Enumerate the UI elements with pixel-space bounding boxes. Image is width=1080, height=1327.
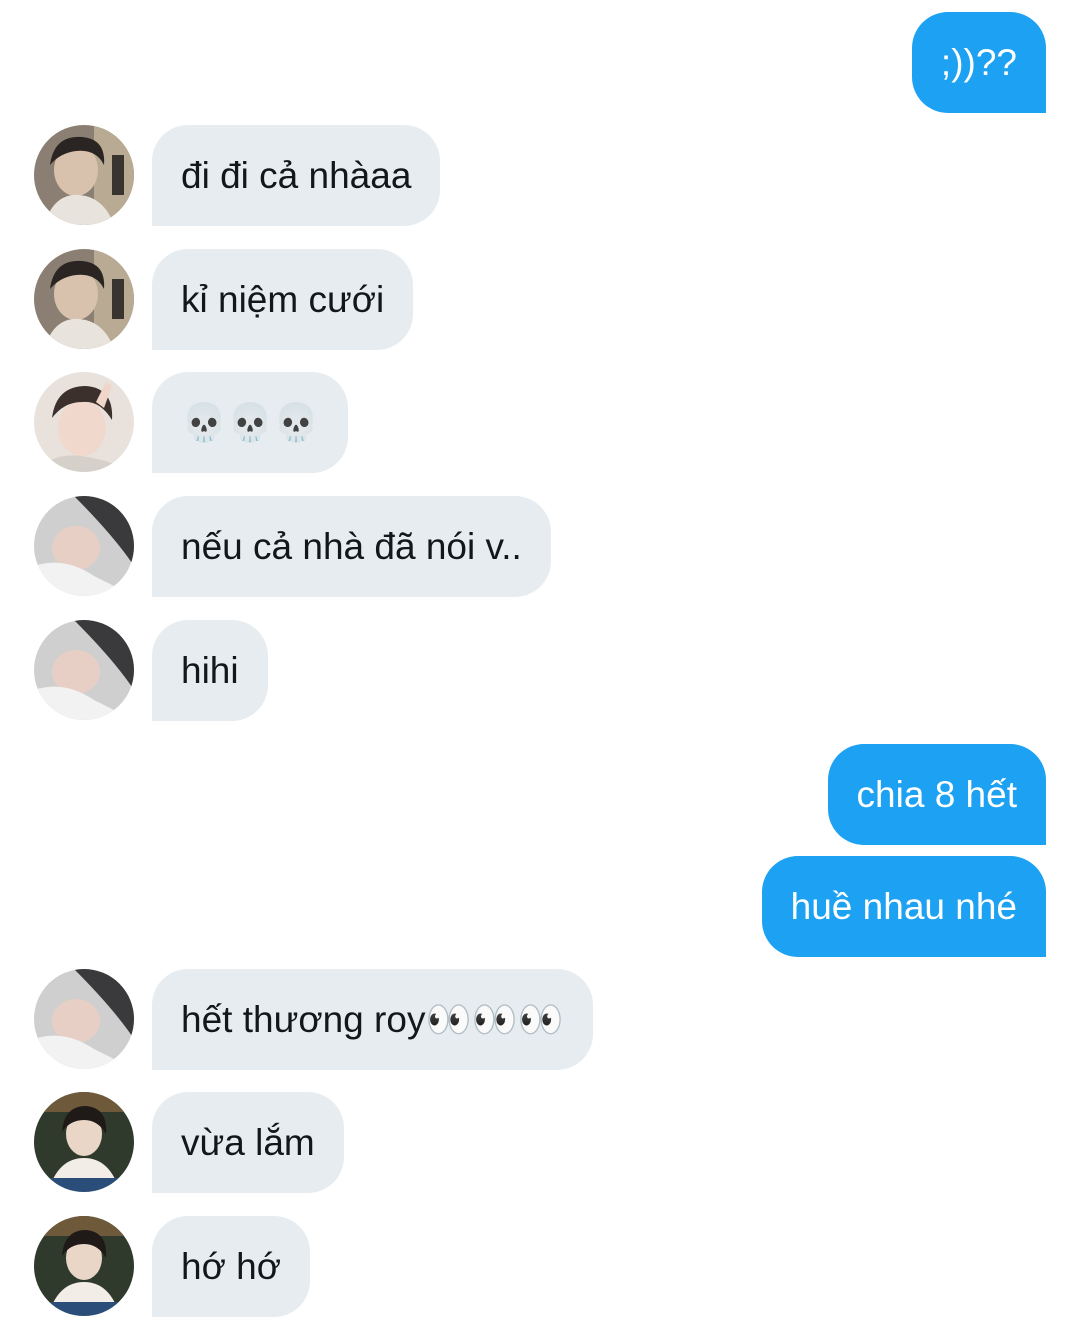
avatar[interactable] — [34, 620, 134, 720]
message-text: nếu cả nhà đã nói v.. — [181, 526, 522, 567]
message-text: hết thương roy👀👀👀 — [181, 999, 564, 1040]
message-text: hihi — [181, 650, 239, 691]
message-text: hớ hớ — [181, 1246, 281, 1287]
message-text: đi đi cả nhàaa — [181, 155, 412, 196]
message-text: ;))?? — [940, 42, 1017, 83]
outgoing-message[interactable]: huề nhau nhé — [761, 856, 1046, 957]
avatar[interactable] — [34, 1216, 134, 1316]
avatar[interactable] — [34, 249, 134, 349]
avatar[interactable] — [34, 372, 134, 472]
avatar[interactable] — [34, 125, 134, 225]
message-text: chia 8 hết — [856, 774, 1017, 815]
incoming-message[interactable]: kỉ niệm cưới — [152, 249, 414, 350]
incoming-message[interactable]: vừa lắm — [152, 1092, 344, 1193]
incoming-message[interactable]: đi đi cả nhàaa — [152, 125, 441, 226]
incoming-message[interactable]: 💀💀💀 — [152, 372, 349, 473]
message-text: huề nhau nhé — [790, 886, 1017, 927]
avatar[interactable] — [34, 969, 134, 1069]
message-text: 💀💀💀 — [181, 401, 320, 444]
outgoing-message[interactable]: chia 8 hết — [827, 744, 1046, 845]
incoming-message[interactable]: hết thương roy👀👀👀 — [152, 969, 593, 1070]
incoming-message[interactable]: hớ hớ — [152, 1216, 310, 1317]
incoming-message[interactable]: hihi — [152, 620, 268, 721]
message-text: kỉ niệm cưới — [181, 279, 385, 320]
message-text: vừa lắm — [181, 1122, 315, 1163]
incoming-message[interactable]: nếu cả nhà đã nói v.. — [152, 496, 551, 597]
avatar[interactable] — [34, 496, 134, 596]
outgoing-message[interactable]: ;))?? — [911, 12, 1046, 113]
avatar[interactable] — [34, 1092, 134, 1192]
